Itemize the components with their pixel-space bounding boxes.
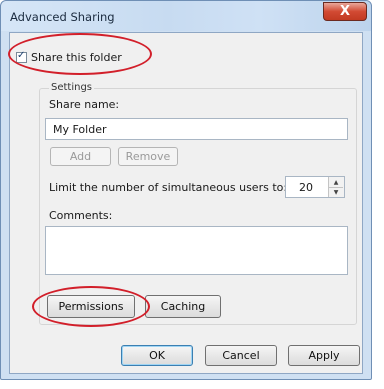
settings-group-label: Settings [49,82,95,93]
spin-down-icon[interactable]: ▼ [329,187,343,197]
add-button[interactable]: Add [50,147,111,166]
comments-input[interactable] [45,226,348,275]
share-name-label: Share name: [49,98,120,111]
title-bar[interactable]: Advanced Sharing [1,1,371,31]
comments-label: Comments: [49,209,113,222]
window-title: Advanced Sharing [10,10,115,24]
share-name-value: My Folder [53,123,107,136]
permissions-button[interactable]: Permissions [47,295,135,318]
share-name-input[interactable]: My Folder [45,118,348,140]
user-limit-value: 20 [299,181,313,194]
apply-button[interactable]: Apply [288,345,360,366]
spinner-buttons: ▲ ▼ [328,177,344,197]
remove-button[interactable]: Remove [118,147,178,166]
caching-button[interactable]: Caching [145,295,221,318]
ok-button[interactable]: OK [121,345,193,366]
share-folder-checkbox-row[interactable]: ✓ Share this folder [16,50,122,64]
share-folder-checkbox[interactable]: ✓ [16,50,27,63]
checkmark-icon: ✓ [17,50,26,61]
user-limit-spinner[interactable]: 20 ▲ ▼ [285,176,345,198]
close-icon: X [339,4,351,19]
user-limit-label: Limit the number of simultaneous users t… [49,181,288,194]
close-button[interactable]: X [323,2,367,21]
share-folder-label: Share this folder [31,51,122,64]
cancel-button[interactable]: Cancel [205,345,277,366]
